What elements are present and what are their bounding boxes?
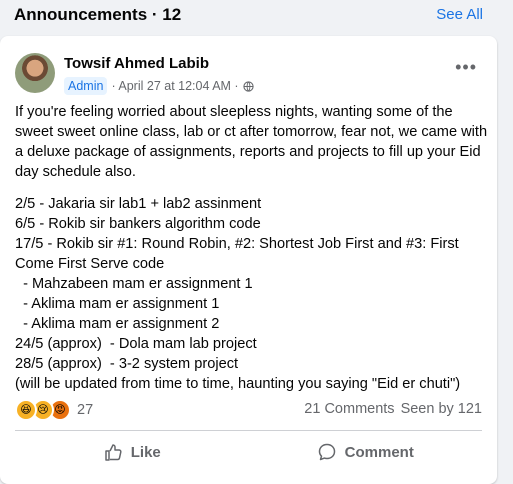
post-line: - Aklima mam er assignment 1 bbox=[15, 296, 220, 312]
scrollbar[interactable] bbox=[503, 0, 513, 484]
like-label: Like bbox=[130, 443, 161, 461]
post-intro: If you're feeling worried about sleeples… bbox=[15, 104, 488, 180]
more-options-icon[interactable]: ••• bbox=[455, 58, 477, 76]
post-actions: Like Comment bbox=[15, 435, 482, 469]
post-meta: Admin · April 27 at 12:04 AM · bbox=[64, 76, 254, 96]
author-name[interactable]: Towsif Ahmed Labib bbox=[64, 55, 209, 72]
page-title: Announcements · 12 bbox=[14, 5, 182, 24]
post-line: 17/5 - Rokib sir #1: Round Robin, #2: Sh… bbox=[15, 236, 459, 252]
post-line: - Aklima mam er assignment 2 bbox=[15, 316, 220, 332]
avatar[interactable] bbox=[15, 53, 55, 93]
post-line: Come First Serve code bbox=[15, 256, 165, 272]
post-line: 28/5 (approx) - 3-2 system project bbox=[15, 356, 239, 372]
post-line: (will be updated from time to time, haun… bbox=[15, 376, 461, 392]
post-line: 2/5 - Jakaria sir lab1 + lab2 assinment bbox=[15, 196, 262, 212]
globe-icon bbox=[242, 80, 254, 92]
comment-button[interactable]: Comment bbox=[249, 435, 483, 469]
seen-by-count[interactable]: Seen by 121 bbox=[401, 401, 482, 417]
comment-bubble-icon bbox=[318, 443, 335, 461]
post-timestamp[interactable]: · April 27 at 12:04 AM · bbox=[111, 79, 238, 93]
admin-badge: Admin bbox=[64, 77, 108, 95]
comment-label: Comment bbox=[344, 443, 414, 461]
post-stats: 21 Comments Seen by 121 bbox=[304, 401, 482, 417]
divider bbox=[15, 430, 482, 431]
reaction-summary[interactable]: 😆 😢 😡 27 bbox=[15, 399, 94, 421]
post-line: 24/5 (approx) - Dola mam lab project bbox=[15, 336, 257, 352]
post-content: If you're feeling worried about sleeples… bbox=[15, 102, 490, 394]
haha-react-icon: 😆 bbox=[15, 399, 37, 421]
comments-count[interactable]: 21 Comments bbox=[304, 401, 394, 417]
post-line: - Mahzabeen mam er assignment 1 bbox=[15, 276, 253, 292]
post-line: 6/5 - Rokib sir bankers algorithm code bbox=[15, 216, 261, 232]
like-button[interactable]: Like bbox=[15, 435, 249, 469]
thumbs-up-icon bbox=[104, 444, 122, 461]
announcements-header: Announcements · 12 See All bbox=[0, 0, 513, 32]
see-all-link[interactable]: See All bbox=[436, 6, 483, 23]
reaction-count: 27 bbox=[77, 402, 94, 418]
announcement-post: Towsif Ahmed Labib Admin · April 27 at 1… bbox=[0, 36, 497, 484]
